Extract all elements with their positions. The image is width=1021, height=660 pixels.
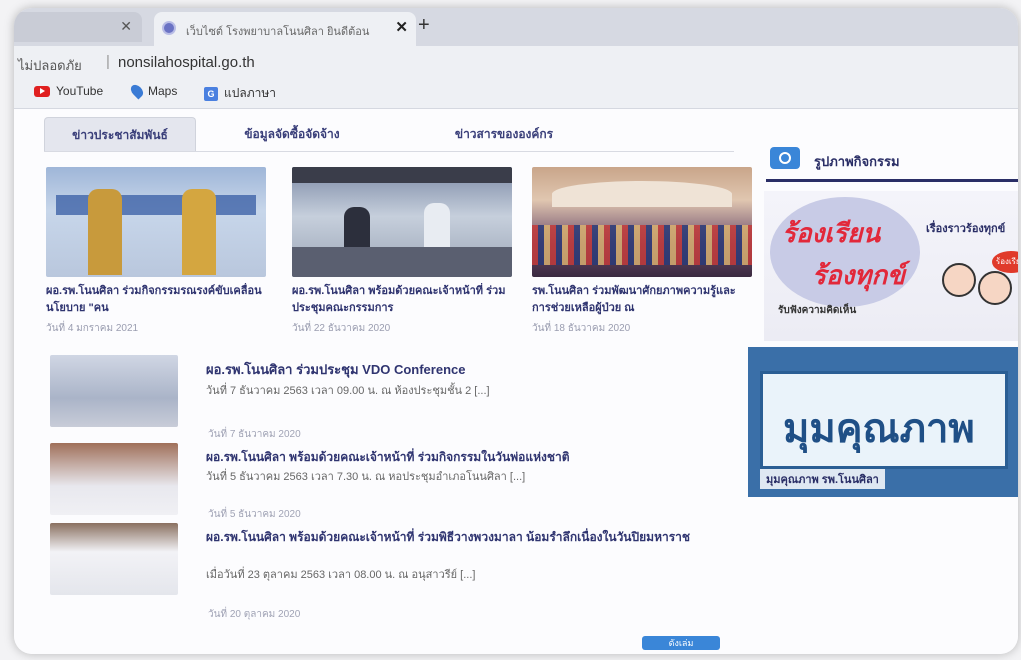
list-date: วันที่ 20 ตุลาคม 2020	[208, 609, 301, 620]
sidebar-header: รูปภาพกิจกรรม	[766, 139, 1018, 182]
cartoon-face-icon	[942, 263, 976, 297]
list-item[interactable]: ผอ.รพ.โนนศิลา พร้อมด้วยคณะเจ้าหน้าที่ ร่…	[50, 523, 710, 595]
bookmark-maps[interactable]: Maps	[128, 82, 178, 100]
featured-image[interactable]	[292, 167, 512, 277]
banner-subtext: รับฟังความคิดเห็น	[778, 305, 857, 316]
featured-title[interactable]: ผอ.รพ.โนนศิลา ร่วมกิจกรรมรณรงค์ขับเคลื่อ…	[46, 283, 266, 317]
list-thumbnail[interactable]	[50, 523, 178, 595]
list-description: เมื่อวันที่ 23 ตุลาคม 2563 เวลา 08.00 น.…	[206, 569, 476, 581]
list-title[interactable]: ผอ.รพ.โนนศิลา ร่วมประชุม VDO Conference	[206, 361, 706, 378]
banner-footer: มุมคุณภาพ รพ.โนนศิลา	[760, 469, 885, 489]
bookmark-youtube[interactable]: YouTube	[34, 84, 103, 98]
list-title[interactable]: ผอ.รพ.โนนศิลา พร้อมด้วยคณะเจ้าหน้าที่ ร่…	[206, 529, 706, 546]
list-title-prefix: ผอ.รพ.โนนศิลา ร่วมประชุม	[206, 362, 359, 377]
sidebar-title: รูปภาพกิจกรรม	[814, 154, 900, 169]
maps-pin-icon	[128, 82, 146, 100]
tab-procurement[interactable]: ข้อมูลจัดซื้อจัดจ้าง	[212, 117, 372, 151]
bookmark-label: Maps	[148, 84, 178, 98]
translate-icon: G	[204, 86, 218, 101]
banner-inner: มุมคุณภาพ	[760, 371, 1008, 469]
security-indicator[interactable]: ไม่ปลอดภัย	[18, 55, 82, 76]
favicon-icon	[162, 21, 176, 35]
tab-previous[interactable]: ✕	[14, 12, 142, 42]
bookmark-label: YouTube	[56, 84, 104, 98]
tab-active[interactable]: เว็บไซต์ โรงพยาบาลโนนศิลา ยินดีต้อน ✕	[154, 12, 416, 46]
camera-icon	[770, 147, 800, 169]
bookmark-translate[interactable]: G แปลภาษา	[204, 84, 276, 103]
tab-title: เว็บไซต์ โรงพยาบาลโนนศิลา ยินดีต้อน	[186, 26, 370, 38]
bookmarks-bar: YouTube Maps G แปลภาษา	[14, 78, 1018, 109]
url-text[interactable]: nonsilahospital.go.th	[118, 54, 255, 71]
banner-line1: ร้องเรียน	[782, 218, 881, 248]
banner-side-text: เรื่องราวร้องทุกข์	[926, 223, 1006, 235]
list-title[interactable]: ผอ.รพ.โนนศิลา พร้อมด้วยคณะเจ้าหน้าที่ ร่…	[206, 449, 706, 466]
list-date: วันที่ 7 ธันวาคม 2020	[208, 429, 301, 440]
list-date: วันที่ 5 ธันวาคม 2020	[208, 509, 301, 520]
tab-strip: ✕ เว็บไซต์ โรงพยาบาลโนนศิลา ยินดีต้อน ✕ …	[14, 8, 1018, 46]
tabs-divider	[44, 151, 734, 152]
featured-card[interactable]: รพ.โนนศิลา ร่วมพัฒนาศักยภาพความรู้และการ…	[532, 167, 752, 336]
list-thumbnail[interactable]	[50, 443, 178, 515]
featured-image[interactable]	[46, 167, 266, 277]
cartoon-face-icon	[978, 271, 1012, 305]
new-tab-button[interactable]: +	[418, 14, 430, 37]
featured-title[interactable]: ผอ.รพ.โนนศิลา พร้อมด้วยคณะเจ้าหน้าที่ ร่…	[292, 283, 512, 317]
featured-date: วันที่ 22 ธันวาคม 2020	[292, 323, 391, 334]
tab-organization-news[interactable]: ข่าวสารขององค์กร	[424, 117, 584, 151]
web-page: ข่าวประชาสัมพันธ์ ข้อมูลจัดซื้อจัดจ้าง ข…	[14, 109, 1018, 654]
content-tabs: ข่าวประชาสัมพันธ์ ข้อมูลจัดซื้อจัดจ้าง ข…	[44, 117, 744, 152]
featured-date: วันที่ 4 มกราคม 2021	[46, 323, 139, 334]
separator: |	[106, 53, 110, 70]
close-tab-icon[interactable]: ✕	[395, 18, 408, 36]
read-more-button[interactable]: ดังเล่ม	[642, 636, 720, 650]
banner-badge: ร้องเรียน	[992, 251, 1018, 273]
featured-date: วันที่ 18 ธันวาคม 2020	[532, 323, 631, 334]
list-description: วันที่ 7 ธันวาคม 2563 เวลา 09.00 น. ณ ห้…	[206, 385, 490, 397]
close-tab-icon[interactable]: ✕	[120, 18, 132, 35]
complaint-banner[interactable]: ร้องเรียน ร้องทุกข์ เรื่องราวร้องทุกข์ ร…	[764, 191, 1018, 341]
bookmark-label: แปลภาษา	[224, 86, 277, 100]
quality-banner[interactable]: มุมคุณภาพ มุมคุณภาพ รพ.โนนศิลา	[748, 347, 1018, 497]
youtube-icon	[34, 85, 50, 97]
list-title-suffix: VDO Conference	[362, 362, 466, 377]
banner-main-text: มุมคุณภาพ	[783, 407, 975, 451]
featured-card[interactable]: ผอ.รพ.โนนศิลา ร่วมกิจกรรมรณรงค์ขับเคลื่อ…	[46, 167, 266, 336]
featured-title[interactable]: รพ.โนนศิลา ร่วมพัฒนาศักยภาพความรู้และการ…	[532, 283, 752, 317]
list-description: วันที่ 5 ธันวาคม 2563 เวลา 7.30 น. ณ หอป…	[206, 471, 526, 483]
list-item[interactable]: ผอ.รพ.โนนศิลา พร้อมด้วยคณะเจ้าหน้าที่ ร่…	[50, 443, 710, 515]
browser-window: ✕ เว็บไซต์ โรงพยาบาลโนนศิลา ยินดีต้อน ✕ …	[14, 8, 1018, 654]
tab-news[interactable]: ข่าวประชาสัมพันธ์	[44, 117, 196, 152]
featured-card[interactable]: ผอ.รพ.โนนศิลา พร้อมด้วยคณะเจ้าหน้าที่ ร่…	[292, 167, 512, 336]
list-thumbnail[interactable]	[50, 355, 178, 427]
address-bar[interactable]: ไม่ปลอดภัย | nonsilahospital.go.th	[14, 46, 1018, 78]
list-item[interactable]: ผอ.รพ.โนนศิลา ร่วมประชุม VDO Conference …	[50, 355, 710, 427]
banner-line2: ร้องทุกข์	[812, 260, 905, 290]
featured-image[interactable]	[532, 167, 752, 277]
